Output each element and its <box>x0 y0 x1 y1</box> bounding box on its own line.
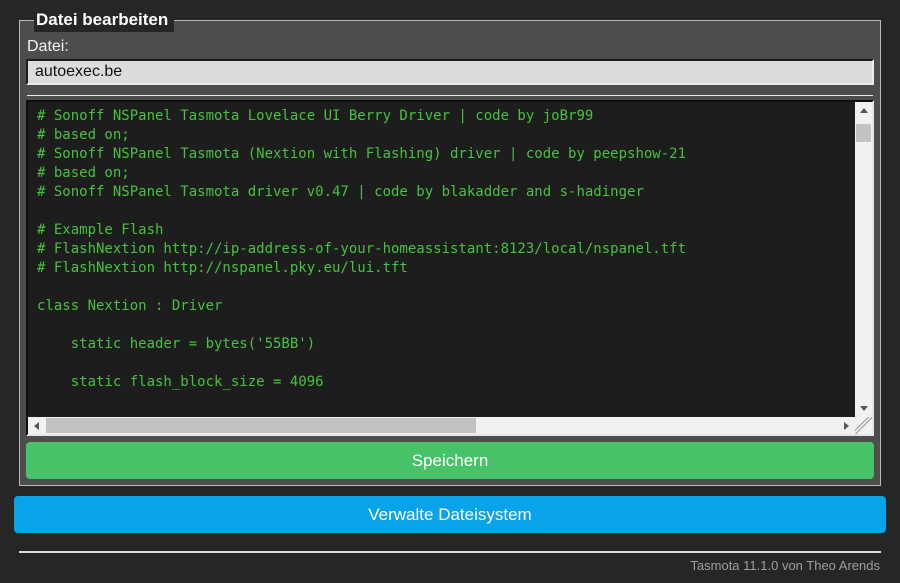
scroll-right-icon[interactable] <box>838 417 855 434</box>
panel-divider <box>27 95 873 96</box>
footer: Tasmota 11.1.0 von Theo Arends <box>14 551 886 573</box>
file-name-input[interactable] <box>26 59 874 85</box>
vertical-scrollbar[interactable] <box>855 102 872 417</box>
scroll-up-icon[interactable] <box>855 102 872 119</box>
horizontal-scrollbar[interactable] <box>28 417 855 434</box>
resize-grip-icon[interactable] <box>855 417 872 434</box>
save-button[interactable]: Speichern <box>26 442 874 479</box>
file-name-label: Datei: <box>27 38 69 55</box>
horizontal-scrollbar-thumb[interactable] <box>46 418 477 433</box>
code-editor-content[interactable]: # Sonoff NSPanel Tasmota Lovelace UI Ber… <box>28 102 872 434</box>
scroll-down-icon[interactable] <box>855 400 872 417</box>
vertical-scrollbar-thumb[interactable] <box>856 124 871 142</box>
scroll-left-icon[interactable] <box>28 417 45 434</box>
code-editor[interactable]: # Sonoff NSPanel Tasmota Lovelace UI Ber… <box>26 100 874 436</box>
edit-file-panel: Datei bearbeiten Datei: # Sonoff NSPanel… <box>19 8 881 486</box>
panel-title: Datei bearbeiten <box>34 8 175 32</box>
version-text: Tasmota 11.1.0 von Theo Arends <box>690 558 880 573</box>
tasmota-edit-file-page: Datei bearbeiten Datei: # Sonoff NSPanel… <box>0 0 900 573</box>
manage-filesystem-button[interactable]: Verwalte Dateisystem <box>14 496 886 533</box>
manage-filesystem-section: Verwalte Dateisystem <box>14 496 886 533</box>
